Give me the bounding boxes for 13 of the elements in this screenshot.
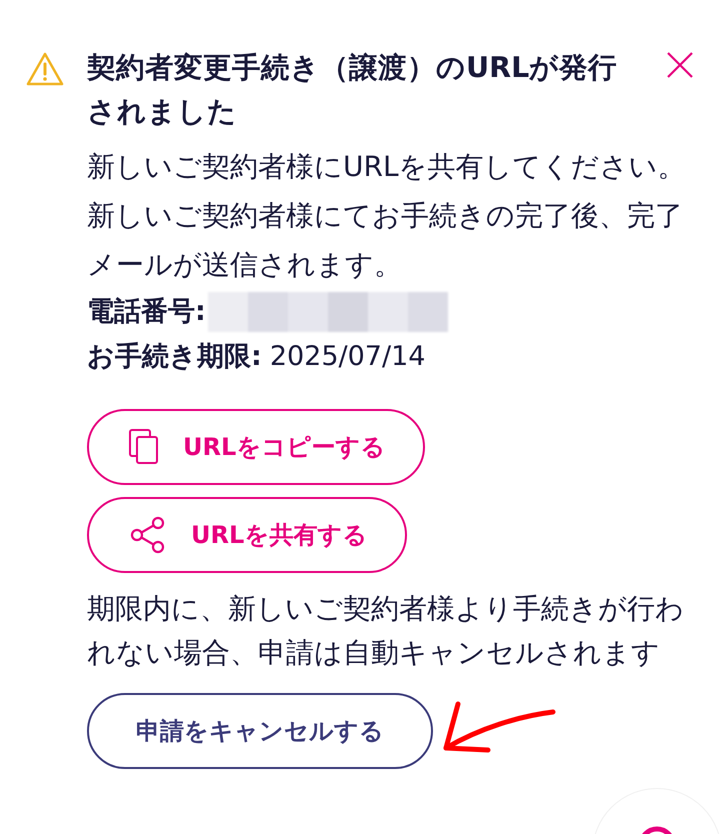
share-icon: [129, 516, 167, 554]
cancel-button[interactable]: 申請をキャンセルする: [87, 693, 433, 769]
field-label: 電話番号:: [87, 295, 206, 329]
close-icon: [667, 52, 693, 78]
notice-text: 期限内に、新しいご契約者様より手続きが行われない場合、申請は自動キャンセルされます: [87, 591, 685, 671]
field-value: 2025/07/14: [270, 340, 426, 374]
warning-icon: [26, 52, 64, 86]
alert-message: 新しいご契約者様にURLを共有してください。新しいご契約者様にてお手続きの完了後、完了メールが送信されます。: [87, 149, 687, 283]
alert-title: 契約者変更手続き（譲渡）のURLが発行されました: [87, 50, 618, 130]
url-action-button[interactable]: URLをコピーする: [87, 409, 426, 485]
copy-icon: [129, 429, 159, 465]
url-action-button[interactable]: URLを共有する: [87, 497, 408, 573]
field-label: お手続き期限:: [87, 340, 262, 374]
